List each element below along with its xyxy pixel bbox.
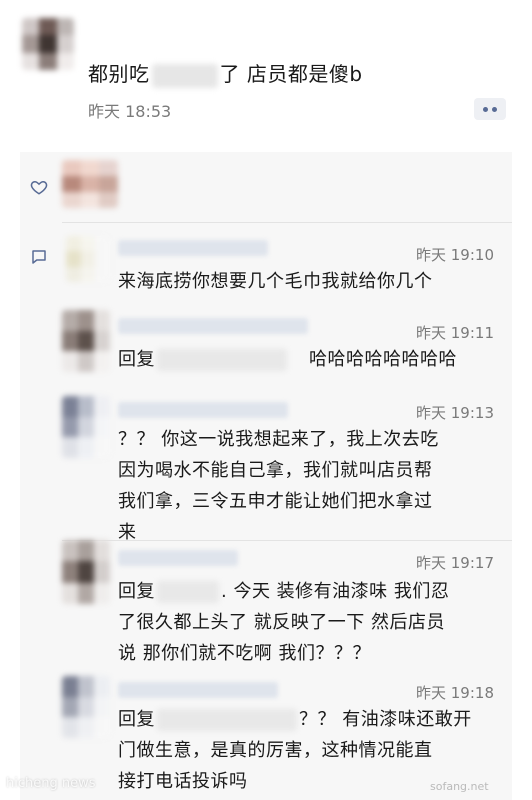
reply-prefix: 回复 [118, 581, 155, 602]
commenter-avatar[interactable] [62, 676, 110, 738]
redacted-mask [157, 581, 219, 603]
comment-line: 因为喝水不能自己拿，我们就叫店员帮 [118, 460, 433, 481]
comment-time: 昨天 19:13 [416, 404, 494, 422]
heart-outline-icon [30, 178, 48, 201]
commenter-name[interactable] [118, 240, 268, 256]
watermark-left: hicheng news [6, 776, 96, 791]
commenter-avatar[interactable] [62, 540, 110, 604]
commenter-name[interactable] [118, 402, 288, 418]
commenter-name[interactable] [118, 682, 278, 698]
comment-line: 回复 . 今天 装修有油漆味 我们忍 [118, 576, 498, 607]
comment-line: 回复 ？？ 有油漆味还敢开 [118, 704, 498, 735]
comment-body: 哈哈哈哈哈哈哈哈 [309, 349, 457, 370]
post-text-before: 都别吃 [88, 62, 150, 86]
comment-line: 了很久都上头了 就反映了一下 然后店员 [118, 612, 445, 633]
commenter-name[interactable] [118, 318, 308, 334]
commenter-avatar[interactable] [62, 310, 110, 372]
redacted-mask [157, 349, 287, 371]
comment-time: 昨天 19:11 [416, 324, 494, 342]
comment-time: 昨天 19:10 [416, 246, 494, 264]
commenter-name[interactable] [118, 550, 238, 566]
comment-line: 来 [118, 522, 137, 543]
comment-divider [62, 540, 512, 541]
comment-line: 门做生意，是真的厉害，这种情况能直 [118, 740, 433, 761]
post-text-after: 了 店员都是傻b [219, 62, 363, 86]
comment-line: 我们拿，三令五申才能让她们把水拿过 [118, 491, 433, 512]
more-dots-icon[interactable] [474, 98, 506, 120]
reply-prefix: 回复 [118, 709, 155, 730]
redacted-mask [151, 63, 218, 88]
comment-time: 昨天 19:18 [416, 684, 494, 702]
comment-bubble-icon [30, 248, 48, 271]
commenter-avatar[interactable] [66, 236, 110, 282]
comment-text: 来海底捞你想要几个毛巾我就给你几个 [118, 266, 498, 297]
post-text: 都别吃 了 店员都是傻b [88, 58, 363, 88]
watermark-right: sofang.net [430, 780, 489, 793]
likes-divider [62, 222, 512, 223]
comment-line: 说 那你们就不吃啊 我们？？？ [118, 643, 371, 664]
comment-body: ？？ 有油漆味还敢开 [299, 709, 472, 730]
poster-avatar[interactable] [22, 18, 74, 70]
reply-prefix: 回复 [118, 349, 155, 370]
comment-text: ？？ 你这一说我想起来了，我上次去吃 因为喝水不能自己拿，我们就叫店员帮 我们拿… [118, 424, 498, 548]
comment-text: 回复 哈哈哈哈哈哈哈哈 [118, 344, 498, 375]
comment-time: 昨天 19:17 [416, 554, 494, 572]
comment-body: . 今天 装修有油漆味 我们忍 [221, 581, 450, 602]
liker-avatar[interactable] [62, 160, 118, 208]
comment-line: ？？ 你这一说我想起来了，我上次去吃 [118, 429, 439, 450]
post-time: 昨天 18:53 [88, 102, 172, 121]
comment-text: 回复 . 今天 装修有油漆味 我们忍 了很久都上头了 就反映了一下 然后店员 说 … [118, 576, 498, 669]
comment-body: 来海底捞你想要几个毛巾我就给你几个 [118, 271, 433, 292]
commenter-avatar[interactable] [62, 396, 110, 458]
redacted-mask [157, 709, 297, 731]
